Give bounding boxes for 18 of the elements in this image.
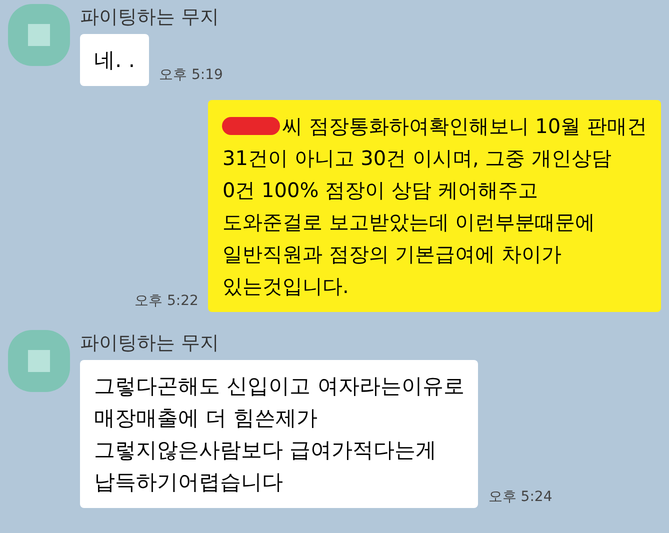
- sender-name: 파이팅하는 무지: [80, 331, 220, 356]
- message-text: 씨 점장통화하여확인해보니 10월 판매건: [282, 113, 647, 140]
- message-text: 일반직원과 점장의 기본급여에 차이가: [222, 241, 562, 268]
- sender-name: 파이팅하는 무지: [80, 5, 220, 30]
- message-text: 그렇지않은사람보다 급여가적다는게: [94, 437, 437, 464]
- message-text: 도와준걸로 보고받았는데 이런부분때문에: [222, 209, 596, 236]
- message-time: 오후 5:19: [159, 66, 223, 85]
- message-text: 납득하기어렵습니다: [94, 469, 283, 496]
- message-text: 매장매출에 더 힘쓴제가: [94, 405, 318, 432]
- message-text: 31건이 아니고 30건 이시며, 그중 개인상담: [222, 145, 612, 172]
- message-text: 있는것입니다.: [222, 273, 349, 300]
- message-text: 네. .: [94, 47, 136, 74]
- message-time: 오후 5:24: [488, 488, 552, 507]
- avatar-icon: [8, 4, 70, 66]
- message-text: 그렇다곤해도 신입이고 여자라는이유로: [94, 373, 464, 400]
- avatar-icon: [8, 330, 70, 392]
- message-time: 오후 5:22: [134, 292, 198, 311]
- message-text: 0건 100% 점장이 상담 케어해주고: [222, 177, 538, 204]
